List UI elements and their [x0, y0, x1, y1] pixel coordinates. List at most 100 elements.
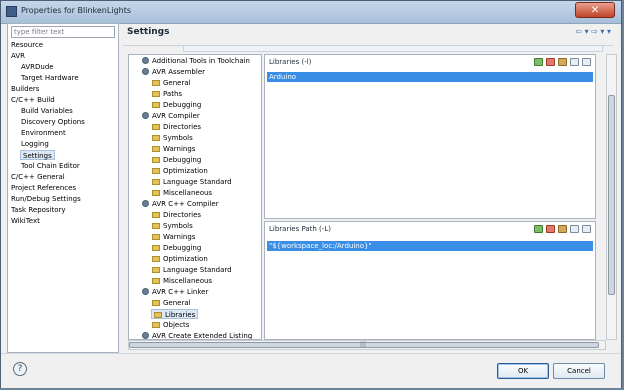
- nav-item-resource[interactable]: Resource: [11, 40, 43, 50]
- tree-node[interactable]: Additional Tools in Toolchain: [142, 56, 250, 66]
- move-up-icon[interactable]: [570, 225, 579, 233]
- add-icon[interactable]: [534, 225, 543, 233]
- option-icon: [152, 300, 160, 306]
- library-paths-toolbar: [534, 225, 591, 233]
- tree-node[interactable]: General: [152, 298, 191, 308]
- option-icon: [152, 102, 160, 108]
- edit-icon[interactable]: [558, 58, 567, 66]
- nav-item-cpp-build[interactable]: C/C++ Build: [11, 95, 55, 105]
- option-icon: [152, 223, 160, 229]
- close-button[interactable]: ✕: [575, 2, 615, 18]
- option-icon: [154, 312, 162, 318]
- nav-item-run-debug-settings[interactable]: Run/Debug Settings: [11, 194, 81, 204]
- nav-item-cpp-general[interactable]: C/C++ General: [11, 172, 65, 182]
- nav-item-discovery-options[interactable]: Discovery Options: [21, 117, 85, 127]
- move-down-icon[interactable]: [582, 225, 591, 233]
- nav-item-tool-chain-editor[interactable]: Tool Chain Editor: [21, 161, 80, 171]
- nav-item-project-references[interactable]: Project References: [11, 183, 76, 193]
- window-title: Properties for BlinkenLights: [21, 6, 131, 15]
- tree-node[interactable]: Miscellaneous: [152, 188, 212, 198]
- option-icon: [152, 135, 160, 141]
- tree-node[interactable]: Language Standard: [152, 177, 232, 187]
- libraries-section: Libraries (-l) Arduino: [264, 54, 596, 219]
- add-icon[interactable]: [534, 58, 543, 66]
- nav-item-build-variables[interactable]: Build Variables: [21, 106, 73, 116]
- back-arrow-icon[interactable]: ⇦: [575, 27, 582, 36]
- nav-item-task-repository[interactable]: Task Repository: [11, 205, 66, 215]
- view-menu-icon[interactable]: ▾: [607, 27, 611, 36]
- nav-item-avrdude[interactable]: AVRDude: [21, 62, 54, 72]
- tree-node[interactable]: General: [152, 78, 191, 88]
- tab-strip[interactable]: [183, 45, 603, 52]
- tree-node[interactable]: Miscellaneous: [152, 276, 212, 286]
- option-icon: [152, 124, 160, 130]
- tree-node[interactable]: AVR C++ Compiler: [142, 199, 219, 209]
- tree-node[interactable]: Symbols: [152, 133, 193, 143]
- tree-node[interactable]: Directories: [152, 210, 201, 220]
- help-icon[interactable]: ?: [13, 362, 27, 376]
- tree-node[interactable]: AVR Assembler: [142, 67, 205, 77]
- tree-node[interactable]: Warnings: [152, 232, 195, 242]
- tool-icon: [142, 57, 149, 64]
- tool-icon: [142, 68, 149, 75]
- tool-icon: [142, 112, 149, 119]
- vertical-scrollbar[interactable]: [606, 54, 617, 340]
- library-path-item[interactable]: "${workspace_loc:/Arduino}": [267, 241, 593, 251]
- nav-item-target-hardware[interactable]: Target Hardware: [21, 73, 79, 83]
- libraries-toolbar: [534, 58, 591, 66]
- nav-item-wikitext[interactable]: WikiText: [11, 216, 40, 226]
- option-icon: [152, 234, 160, 240]
- tree-node[interactable]: AVR C++ Linker: [142, 287, 208, 297]
- option-icon: [152, 267, 160, 273]
- horizontal-scrollbar[interactable]: |||: [128, 340, 606, 350]
- option-icon: [152, 278, 160, 284]
- tree-node[interactable]: Language Standard: [152, 265, 232, 275]
- category-panel: type filter text Resource AVR AVRDude Ta…: [7, 23, 119, 353]
- tree-node[interactable]: Warnings: [152, 144, 195, 154]
- app-icon: [6, 6, 17, 17]
- tree-node[interactable]: Debugging: [152, 243, 201, 253]
- option-icon: [152, 322, 160, 328]
- library-item[interactable]: Arduino: [267, 72, 593, 82]
- menu-chevron-icon[interactable]: ▾: [585, 27, 589, 36]
- tree-node[interactable]: Directories: [152, 122, 201, 132]
- properties-dialog: Properties for BlinkenLights ✕ type filt…: [0, 0, 622, 388]
- nav-item-settings[interactable]: Settings: [20, 150, 55, 160]
- filter-input[interactable]: type filter text: [11, 26, 115, 38]
- tree-node[interactable]: Symbols: [152, 221, 193, 231]
- option-icon: [152, 256, 160, 262]
- title-bar: Properties for BlinkenLights ✕: [1, 1, 621, 24]
- move-down-icon[interactable]: [582, 58, 591, 66]
- option-icon: [152, 80, 160, 86]
- tree-node[interactable]: Debugging: [152, 100, 201, 110]
- option-icon: [152, 245, 160, 251]
- nav-item-builders[interactable]: Builders: [11, 84, 39, 94]
- nav-item-logging[interactable]: Logging: [21, 139, 49, 149]
- tree-node[interactable]: Optimization: [152, 166, 208, 176]
- cancel-button[interactable]: Cancel: [553, 363, 605, 379]
- menu-chevron-icon[interactable]: ▾: [600, 27, 604, 36]
- tree-node[interactable]: Objects: [152, 320, 189, 330]
- library-paths-section: Libraries Path (-L) "${workspace_loc:/Ar…: [264, 221, 596, 340]
- horizontal-scroll-thumb[interactable]: |||: [129, 341, 599, 348]
- option-icon: [152, 146, 160, 152]
- nav-item-avr[interactable]: AVR: [11, 51, 25, 61]
- option-icon: [152, 212, 160, 218]
- move-up-icon[interactable]: [570, 58, 579, 66]
- nav-item-environment[interactable]: Environment: [21, 128, 66, 138]
- forward-arrow-icon[interactable]: ⇨: [591, 27, 598, 36]
- delete-icon[interactable]: [546, 58, 555, 66]
- ok-button[interactable]: OK: [497, 363, 549, 379]
- tree-node[interactable]: Optimization: [152, 254, 208, 264]
- settings-header: Settings ⇦ ▾ ⇨ ▾ ▾: [119, 23, 619, 43]
- tree-node[interactable]: AVR Create Extended Listing: [142, 331, 252, 339]
- edit-icon[interactable]: [558, 225, 567, 233]
- option-icon: [152, 91, 160, 97]
- tool-icon: [142, 200, 149, 207]
- vertical-scroll-thumb[interactable]: [608, 95, 615, 295]
- tree-node[interactable]: AVR Compiler: [142, 111, 200, 121]
- tree-node[interactable]: Paths: [152, 89, 182, 99]
- delete-icon[interactable]: [546, 225, 555, 233]
- tree-node-selected[interactable]: Libraries: [151, 309, 199, 319]
- tree-node[interactable]: Debugging: [152, 155, 201, 165]
